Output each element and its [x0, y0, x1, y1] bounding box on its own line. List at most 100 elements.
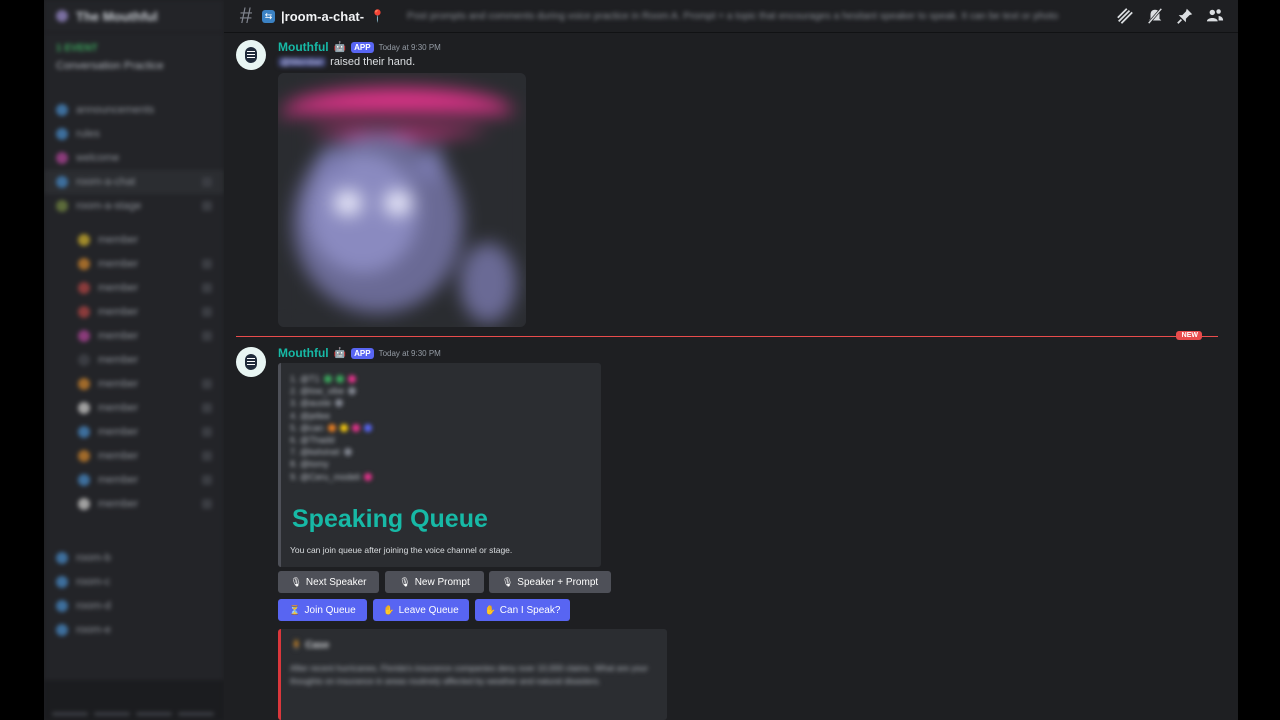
queue-item: 6. @Thadd [290, 435, 335, 446]
sidebar-channel[interactable]: room-b [44, 546, 224, 570]
join-queue-button[interactable]: ⏳ Join Queue [278, 599, 367, 621]
mute-icon [202, 403, 212, 413]
robot-icon: 🤖 [333, 347, 347, 359]
voice-member[interactable]: member [44, 252, 224, 276]
voice-member[interactable]: member [44, 420, 224, 444]
embed-description: You can join queue after joining the voi… [290, 545, 513, 555]
next-speaker-button[interactable]: 🎙 Next Speaker [278, 571, 379, 593]
avatar [78, 450, 90, 462]
prompt-text: After recent hurricanes, Florida's insur… [290, 663, 648, 686]
queue-item: 8. @tomy [290, 459, 329, 470]
sidebar-channel[interactable]: room-d [44, 594, 224, 618]
avatar [78, 378, 90, 390]
queue-item: 2. @low_vibe [290, 385, 591, 397]
sidebar-channel[interactable]: room-c [44, 570, 224, 594]
queue-item: 4. @jellee [290, 410, 331, 421]
channel-icon [56, 176, 68, 188]
voice-member[interactable]: member [44, 492, 224, 516]
channel-icon [56, 104, 68, 116]
event-block[interactable]: 1 EVENT Conversation Practice [44, 33, 224, 76]
channel-header: # ⇆ |room-a-chat- 📍 Post prompts and com… [224, 0, 1238, 33]
avatar [78, 282, 90, 294]
avatar [78, 354, 90, 366]
threads-icon[interactable] [1116, 7, 1134, 25]
queue-item: 7. @kelvinet [290, 446, 591, 458]
server-header[interactable]: The Mouthful [44, 0, 224, 33]
message-meta: Mouthful 🤖 APP Today at 9:30 PM [278, 40, 441, 54]
voice-member[interactable]: member [44, 348, 224, 372]
voice-member[interactable]: member [44, 396, 224, 420]
channel-icon [56, 576, 68, 588]
voice-icon [56, 200, 68, 212]
avatar [78, 234, 90, 246]
avatar[interactable] [236, 347, 266, 377]
new-badge: NEW [1175, 331, 1202, 340]
avatar[interactable] [236, 40, 266, 70]
server-icon [56, 10, 68, 22]
notifications-muted-icon[interactable] [1146, 7, 1164, 25]
queue-item: 9. @Ceru_modeli [290, 471, 591, 483]
message-text: @Member raised their hand. [278, 56, 415, 68]
voice-member[interactable]: member [44, 276, 224, 300]
queue-list: 1. @T1 2. @low_vibe 3. @auste 4. @jellee… [281, 363, 601, 483]
voice-member[interactable]: member [44, 468, 224, 492]
avatar [78, 498, 90, 510]
sidebar-channel-active[interactable]: room-a-chat [44, 170, 224, 194]
user-mention[interactable]: @Member [278, 57, 327, 67]
avatar [78, 426, 90, 438]
timestamp: Today at 9:30 PM [378, 348, 441, 358]
channel-badge-icon: ⇆ [262, 9, 275, 23]
timestamp: Today at 9:30 PM [378, 42, 441, 52]
message-image[interactable] [278, 73, 526, 327]
hourglass-icon: ⏳ [289, 604, 301, 615]
new-prompt-button[interactable]: 🎙 New Prompt [385, 571, 484, 593]
avatar [78, 474, 90, 486]
microphone-icon: 🎙 [290, 576, 302, 587]
can-i-speak-button[interactable]: ✋ Can I Speak? [475, 599, 570, 621]
app-window: The Mouthful 1 EVENT Conversation Practi… [44, 0, 1238, 720]
sidebar-voice-channel[interactable]: room-a-stage [44, 194, 224, 218]
voice-member[interactable]: member [44, 228, 224, 252]
voice-member[interactable]: member [44, 372, 224, 396]
sidebar-channel[interactable]: announcements [44, 98, 224, 122]
user-panel[interactable] [44, 680, 224, 720]
event-label: 1 EVENT [56, 43, 98, 54]
embed-title: Speaking Queue [292, 505, 488, 533]
voice-member[interactable]: member [44, 300, 224, 324]
mute-icon [202, 499, 212, 509]
mute-icon [202, 331, 212, 341]
raised-hand-icon: ✋ [383, 604, 395, 615]
prompt-embed: 🧍 Case After recent hurricanes, Florida'… [278, 629, 667, 720]
members-icon[interactable] [1206, 7, 1224, 25]
location-pin-icon: 📍 [370, 9, 386, 23]
app-badge: APP [351, 347, 374, 359]
server-name: The Mouthful [76, 8, 158, 24]
channel-topic[interactable]: Post prompts and comments during voice p… [407, 11, 1067, 22]
microphone-icon: 🎙 [399, 576, 411, 587]
leave-queue-button[interactable]: ✋ Leave Queue [373, 599, 469, 621]
robot-icon: 🤖 [333, 41, 347, 53]
mute-icon [202, 259, 212, 269]
channel-settings-icon[interactable] [202, 177, 212, 187]
channel-icon [56, 552, 68, 564]
avatar [78, 306, 90, 318]
voice-count-icon [202, 201, 212, 211]
microphone-icon [245, 47, 257, 63]
speaker-prompt-button[interactable]: 🎙 Speaker + Prompt [489, 571, 611, 593]
pinned-icon[interactable] [1176, 7, 1194, 25]
channel-title: |room-a-chat- [281, 8, 365, 24]
voice-member[interactable]: member [44, 324, 224, 348]
voice-member[interactable]: member [44, 444, 224, 468]
avatar [78, 258, 90, 270]
author-name[interactable]: Mouthful [278, 40, 329, 54]
sidebar-channel[interactable]: rules [44, 122, 224, 146]
message-list: Mouthful 🤖 APP Today at 9:30 PM @Member … [224, 33, 1238, 720]
microphone-icon: 🎙 [501, 576, 514, 587]
new-messages-divider: NEW [236, 331, 1218, 340]
channel-sidebar: The Mouthful 1 EVENT Conversation Practi… [44, 0, 224, 720]
mute-icon [202, 427, 212, 437]
author-name[interactable]: Mouthful [278, 346, 329, 360]
message-meta: Mouthful 🤖 APP Today at 9:30 PM [278, 346, 441, 360]
sidebar-channel[interactable]: room-e [44, 618, 224, 642]
sidebar-channel[interactable]: welcome [44, 146, 224, 170]
